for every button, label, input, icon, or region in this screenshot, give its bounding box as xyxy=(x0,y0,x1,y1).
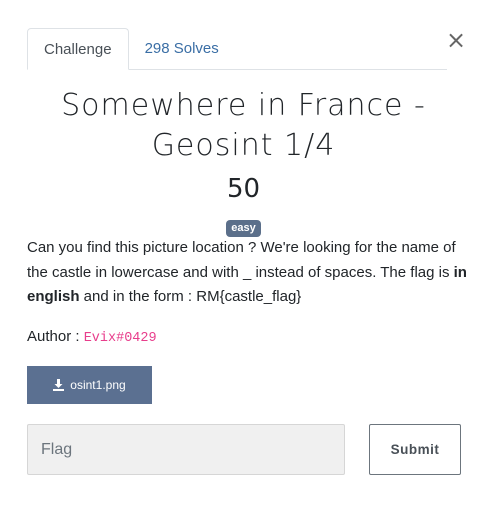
flag-input[interactable] xyxy=(27,424,345,475)
description-text-1: Can you find this picture location ? We'… xyxy=(27,239,456,281)
tab-solves[interactable]: 298 Solves xyxy=(129,28,235,70)
difficulty-badge: easy xyxy=(226,220,261,237)
difficulty-badge-container: easy xyxy=(0,218,487,237)
challenge-modal: Challenge 298 Solves × Somewhere in Fran… xyxy=(0,0,487,517)
download-file-button[interactable]: osint1.png xyxy=(27,366,152,404)
submit-button[interactable]: Submit xyxy=(369,424,461,475)
challenge-tabs: Challenge 298 Solves xyxy=(27,28,447,70)
download-icon xyxy=(53,379,65,391)
author-label: Author : xyxy=(27,328,84,345)
author-line: Author : Evix#0429 xyxy=(27,326,157,350)
challenge-title: Somewhere in France - Geosint 1/4 xyxy=(61,88,426,163)
file-name: osint1.png xyxy=(70,378,126,392)
challenge-description: Can you find this picture location ? We'… xyxy=(27,236,467,310)
tab-challenge[interactable]: Challenge xyxy=(27,28,129,70)
challenge-points: 50 xyxy=(226,174,261,204)
author-handle: Evix#0429 xyxy=(83,331,157,346)
close-icon[interactable]: × xyxy=(446,28,466,52)
description-text-2: and in the form : RM{castle_flag} xyxy=(79,288,302,305)
